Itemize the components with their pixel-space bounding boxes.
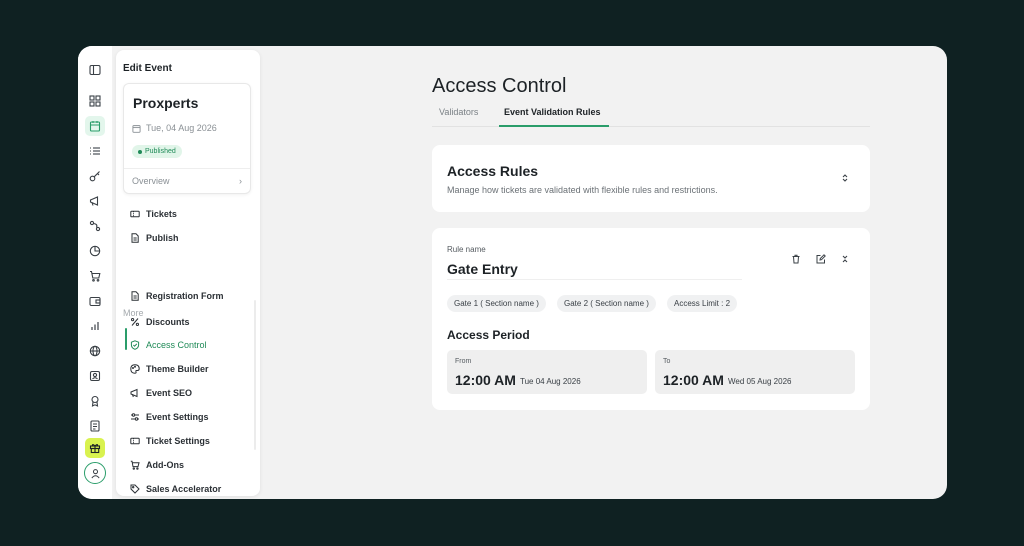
rule-divider [447,279,742,280]
panel-scrollbar[interactable] [254,300,256,450]
route-icon[interactable] [85,216,105,236]
nav-item-label: Discounts [146,317,190,327]
ticket-settings-icon [130,437,140,445]
access-rules-description: Manage how tickets are validated with fl… [447,185,718,195]
nav-item-label: Access Control [146,340,207,350]
rule-name: Gate Entry [447,261,518,277]
overview-label: Overview [132,176,170,186]
nav-item-label: Sales Accelerator [146,484,222,494]
settings-sliders-icon [131,413,139,421]
access-rules-title: Access Rules [447,163,539,179]
collapse-icon[interactable] [840,254,850,264]
edit-event-panel: Edit Event Proxperts Tue, 04 Aug 2026 Pu… [116,50,260,496]
panel-title: Edit Event [123,63,172,74]
overview-link[interactable]: Overview › [132,176,242,186]
cart-icon [130,460,140,470]
access-period-title: Access Period [447,328,530,342]
rule-chip-access-limit: Access Limit : 2 [667,295,738,312]
status-dot-icon [138,149,142,154]
nav-item-label: Ticket Settings [146,436,210,446]
event-date-text: Tue, 04 Aug 2026 [146,123,217,133]
dashboard-icon[interactable] [85,91,105,111]
sidebar-toggle-icon[interactable] [85,60,105,80]
calendar-icon [132,124,141,133]
trash-icon[interactable] [791,254,801,264]
period-to-date: Wed 05 Aug 2026 [728,377,792,386]
tab-validators[interactable]: Validators [439,107,478,117]
shield-icon [130,340,140,350]
gift-icon[interactable] [85,438,105,458]
megaphone-icon [130,388,138,398]
wallet-icon[interactable] [85,291,105,311]
rule-card: Rule name Gate Entry Gate 1 ( Section na… [432,228,870,410]
list-icon[interactable] [85,141,105,161]
nav-item-ticket-settings[interactable]: Ticket Settings [130,433,210,449]
document-icon [131,233,139,243]
status-badge: Published [132,145,182,158]
nav-item-sales-accelerator[interactable]: Sales Accelerator [130,481,221,497]
event-date: Tue, 04 Aug 2026 [132,123,217,133]
percent-icon [130,317,140,327]
active-tab-underline [499,125,609,127]
nav-item-label: Event Settings [146,412,209,422]
nav-item-access-control[interactable]: Access Control [130,337,207,353]
nav-item-add-ons[interactable]: Add-Ons [130,457,184,473]
cart-icon[interactable] [85,266,105,286]
event-card: Proxperts Tue, 04 Aug 2026 Published Ove… [123,83,251,194]
nav-item-theme-builder[interactable]: Theme Builder [130,361,209,377]
nav-item-event-seo[interactable]: Event SEO [130,385,192,401]
globe-icon[interactable] [85,341,105,361]
key-icon[interactable] [85,166,105,186]
user-icon [90,468,100,478]
nav-item-tickets[interactable]: Tickets [130,206,177,222]
access-rules-card[interactable]: Access Rules Manage how tickets are vali… [432,145,870,212]
globe-pie-icon[interactable] [85,241,105,261]
megaphone-icon[interactable] [85,191,105,211]
period-to-box[interactable]: To 12:00 AM Wed 05 Aug 2026 [655,350,855,394]
card-divider [124,168,250,169]
period-from-label: From [455,358,472,365]
form-icon [131,291,139,301]
chevron-right-icon: › [239,176,242,186]
active-indicator [125,328,127,350]
nav-item-label: Event SEO [146,388,193,398]
analytics-icon[interactable] [85,316,105,336]
status-badge-label: Published [145,148,176,155]
period-to-label: To [663,358,671,365]
edit-icon[interactable] [816,254,826,264]
ticket-icon [130,210,140,218]
rule-chip-gate-1: Gate 1 ( Section name ) [447,295,546,312]
period-from-box[interactable]: From 12:00 AM Tue 04 Aug 2026 [447,350,647,394]
report-icon[interactable] [85,416,105,436]
tab-bar: Validators Event Validation Rules [432,102,870,127]
contact-icon[interactable] [85,366,105,386]
period-to-time: 12:00 AM [663,372,724,388]
nav-item-event-settings[interactable]: Event Settings [130,409,209,425]
period-from-time: 12:00 AM [455,372,516,388]
nav-item-discounts[interactable]: Discounts [130,314,190,330]
rule-chip-gate-2: Gate 2 ( Section name ) [557,295,656,312]
nav-item-label: Theme Builder [146,364,209,374]
event-name: Proxperts [133,95,199,111]
nav-item-publish[interactable]: Publish [130,230,179,246]
chevron-up-down-icon[interactable] [840,173,850,183]
app-window: Edit Event Proxperts Tue, 04 Aug 2026 Pu… [78,46,947,499]
nav-item-label: Add-Ons [146,460,184,470]
nav-item-label: Registration Form [146,291,224,301]
rule-name-label: Rule name [447,245,486,254]
period-from-date: Tue 04 Aug 2026 [520,377,581,386]
page-title: Access Control [432,75,567,97]
icon-rail [78,46,112,499]
nav-item-label: Publish [146,233,179,243]
palette-icon [130,364,140,374]
nav-item-registration-form[interactable]: Registration Form [130,288,224,304]
tag-icon [130,484,140,494]
tab-event-validation-rules[interactable]: Event Validation Rules [504,107,601,117]
events-icon[interactable] [85,116,105,136]
user-avatar[interactable] [84,462,106,484]
nav-item-label: Tickets [146,209,177,219]
award-icon[interactable] [85,391,105,411]
